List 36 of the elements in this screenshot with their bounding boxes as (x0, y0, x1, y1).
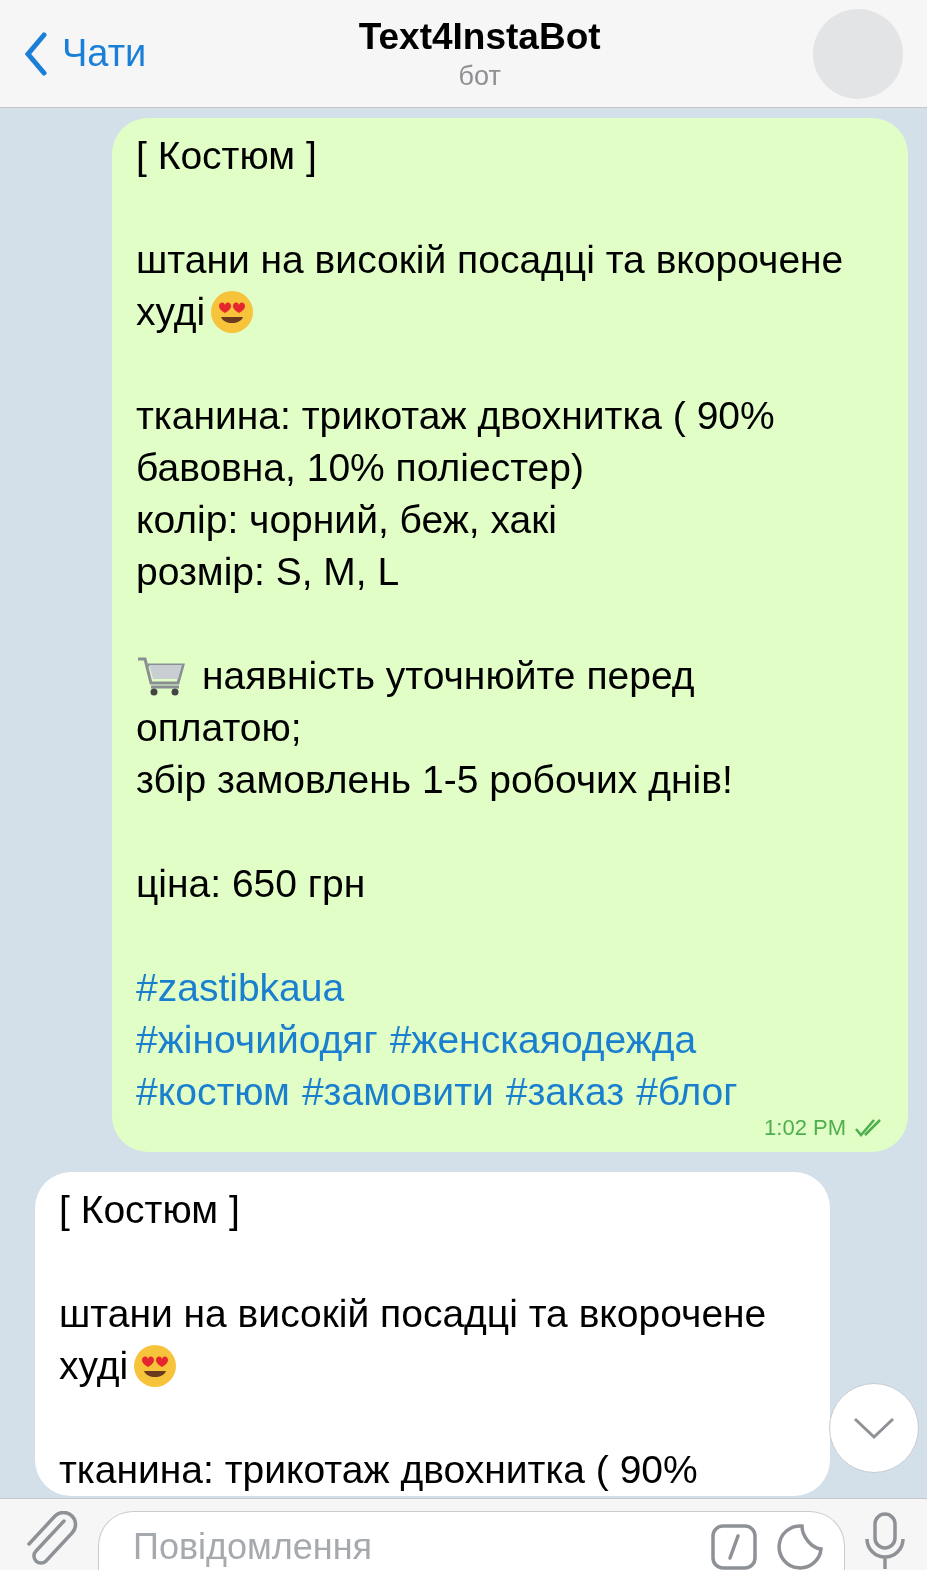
message-text: розмір: S, M, L (136, 549, 400, 595)
hashtag-link[interactable]: #zastibkaua (136, 962, 345, 1014)
hashtag-link[interactable]: #женскаяодежда (389, 1014, 697, 1066)
message-text: худі (136, 289, 206, 335)
message-text: [ Костюм ] (59, 1187, 240, 1233)
message-text: ціна: 650 грн (136, 861, 366, 907)
message-text: тканина: трикотаж двохнитка ( 90% (136, 393, 775, 439)
shopping-cart-icon (136, 655, 186, 697)
message-text: тканина: трикотаж двохнитка ( 90% (59, 1447, 698, 1493)
message-time: 1:02 PM (764, 1114, 846, 1142)
microphone-icon[interactable] (863, 1511, 907, 1570)
message-input-field[interactable]: Повідомлення (133, 1519, 692, 1570)
message-text: оплатою; (136, 705, 302, 751)
heart-eyes-emoji-icon (209, 289, 256, 335)
slash-command-icon[interactable] (710, 1522, 758, 1570)
message-text: наявність уточнюйте перед (202, 653, 695, 699)
message-text: збір замовлень 1-5 робочих днів! (136, 757, 733, 803)
chevron-down-icon (852, 1416, 896, 1440)
heart-eyes-emoji-icon (132, 1343, 179, 1389)
chat-subtitle: бот (458, 59, 501, 93)
chat-title: Text4InstaBot (358, 14, 601, 59)
message-text: колір: чорний, беж, хакі (136, 497, 557, 543)
chevron-left-icon (24, 31, 48, 76)
message-text: [ Костюм ] (136, 133, 317, 179)
message-input-field[interactable]: Повідомлення (98, 1511, 845, 1570)
message-text: худі (59, 1343, 129, 1389)
hashtag-link[interactable]: #замовити (301, 1066, 494, 1118)
back-button[interactable]: Чати (24, 25, 147, 82)
hashtag-link[interactable]: #заказ (505, 1066, 625, 1118)
message-text: штани на високій посадці та вкорочене (59, 1291, 767, 1337)
hashtag-link[interactable]: #блог (636, 1066, 738, 1118)
message-text: штани на високій посадці та вкорочене (136, 237, 844, 283)
message-text: бавовна, 10% поліестер) (136, 445, 584, 491)
sticker-icon[interactable] (776, 1522, 824, 1570)
hashtag-link[interactable]: #костюм (136, 1066, 290, 1118)
hashtag-link[interactable]: #жіночийодяг (136, 1014, 378, 1066)
